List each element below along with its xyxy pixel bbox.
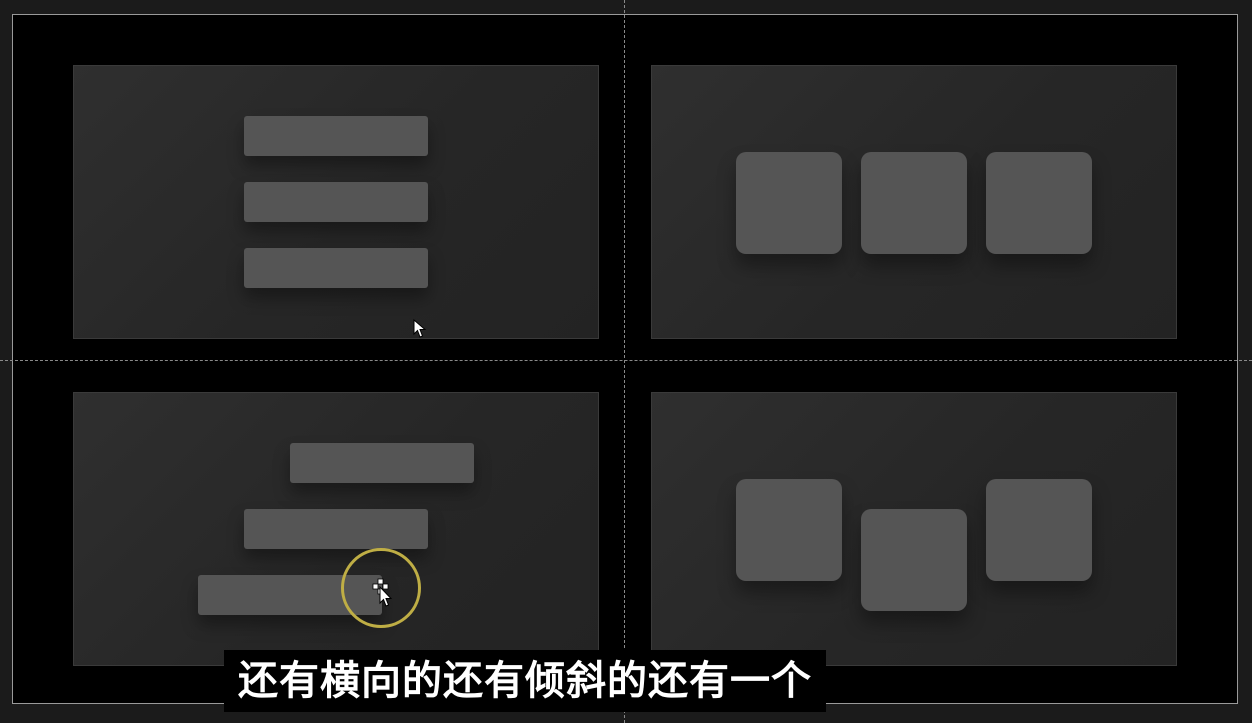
bar-shape[interactable] (244, 248, 428, 288)
panel-diagonal-stack[interactable] (73, 392, 599, 666)
square-shape[interactable] (736, 152, 842, 254)
move-cursor-icon (372, 578, 393, 607)
bar-shape[interactable] (244, 509, 428, 549)
horizontal-guide-line (0, 360, 1252, 361)
arrow-cursor-icon (413, 319, 427, 338)
panel-staggered-row[interactable] (651, 392, 1177, 666)
bar-shape[interactable] (244, 116, 428, 156)
bar-shape[interactable] (290, 443, 474, 483)
square-shape[interactable] (861, 509, 967, 611)
video-frame: 还有横向的还有倾斜的还有一个 (0, 0, 1252, 723)
panel-vertical-stack[interactable] (73, 65, 599, 339)
panel-horizontal-row[interactable] (651, 65, 1177, 339)
vertical-guide-line (624, 0, 625, 723)
square-shape[interactable] (861, 152, 967, 254)
subtitle-caption: 还有横向的还有倾斜的还有一个 (224, 650, 826, 712)
square-shape[interactable] (986, 479, 1092, 581)
square-shape[interactable] (736, 479, 842, 581)
bar-shape[interactable] (244, 182, 428, 222)
slide-canvas (12, 14, 1238, 704)
square-shape[interactable] (986, 152, 1092, 254)
